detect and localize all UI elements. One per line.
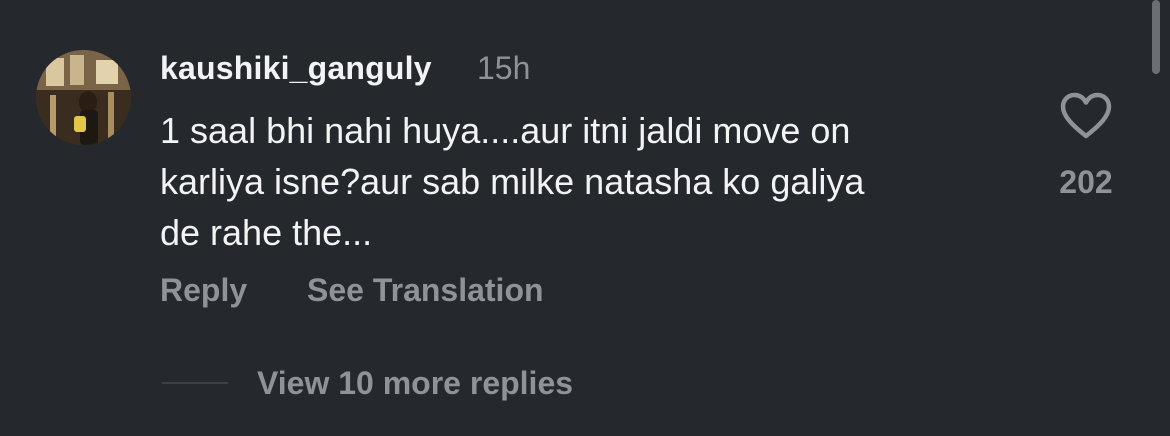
avatar-image bbox=[36, 50, 131, 145]
comment-line: karliya isne?aur sab milke natasha ko ga… bbox=[160, 161, 865, 202]
replies-divider bbox=[162, 382, 228, 384]
like-count: 202 bbox=[1059, 164, 1113, 200]
username[interactable]: kaushiki_ganguly bbox=[160, 48, 432, 88]
comment-line: 1 saal bhi nahi huya....aur itni jaldi m… bbox=[160, 110, 851, 151]
comment-text: 1 saal bhi nahi huya....aur itni jaldi m… bbox=[160, 105, 1010, 258]
see-translation-button[interactable]: See Translation bbox=[307, 270, 544, 310]
heart-outline-icon[interactable] bbox=[1060, 92, 1112, 140]
comment-line: de rahe the... bbox=[160, 212, 373, 253]
view-more-replies-button[interactable]: View 10 more replies bbox=[257, 363, 573, 403]
comment-view: kaushiki_ganguly 15h 1 saal bhi nahi huy… bbox=[0, 0, 1170, 436]
avatar[interactable] bbox=[36, 50, 131, 145]
scrollbar[interactable] bbox=[1152, 0, 1160, 74]
timestamp: 15h bbox=[477, 50, 531, 86]
reply-button[interactable]: Reply bbox=[160, 270, 247, 310]
